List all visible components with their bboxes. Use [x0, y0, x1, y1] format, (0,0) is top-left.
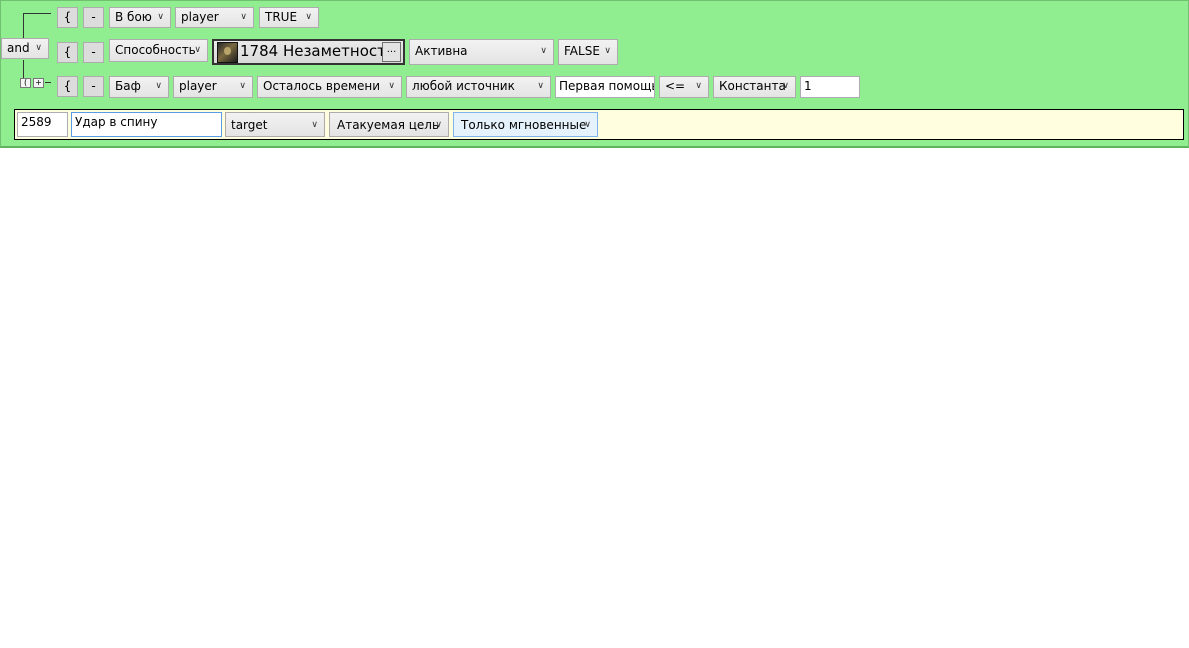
- target-mode-dropdown[interactable]: Атакуемая цель ∨: [329, 112, 449, 137]
- chevron-down-icon: ∨: [584, 120, 591, 130]
- open-group-button[interactable]: {: [57, 7, 78, 28]
- chevron-down-icon: ∨: [435, 120, 442, 130]
- remove-condition-button[interactable]: -: [83, 42, 104, 63]
- ability-picker[interactable]: 1784 Незаметность ...: [212, 39, 405, 65]
- chevron-down-icon: ∨: [194, 45, 201, 55]
- condition-panel: and ∨ ( + { - В бою ∨ player ∨ TRUE ∨ {: [0, 0, 1189, 148]
- compare-type-dropdown[interactable]: Константа ∨: [713, 76, 796, 98]
- condition-type-dropdown[interactable]: Способность ∨: [109, 39, 208, 62]
- open-group-button[interactable]: {: [57, 76, 78, 97]
- unit-dropdown[interactable]: player ∨: [173, 76, 253, 98]
- buff-property-dropdown[interactable]: Осталось времени ∨: [257, 76, 402, 98]
- chevron-down-icon: ∨: [239, 81, 246, 91]
- spell-id-input[interactable]: 2589: [17, 112, 68, 137]
- comparator-dropdown[interactable]: <= ∨: [659, 76, 709, 98]
- remove-condition-button[interactable]: -: [83, 76, 104, 97]
- spell-name-input[interactable]: Удар в спину: [71, 112, 222, 137]
- condition-type-dropdown[interactable]: В бою ∨: [109, 7, 171, 28]
- chevron-down-icon: ∨: [604, 46, 611, 56]
- open-group-button[interactable]: {: [57, 42, 78, 63]
- condition-type-dropdown[interactable]: Баф ∨: [109, 76, 169, 98]
- logic-operator-value: and: [7, 41, 30, 55]
- chevron-down-icon: ∨: [537, 81, 544, 91]
- chevron-down-icon: ∨: [240, 12, 247, 22]
- chevron-down-icon: ∨: [155, 81, 162, 91]
- group-add-button[interactable]: +: [33, 78, 44, 88]
- chevron-down-icon: ∨: [782, 81, 789, 91]
- chevron-down-icon: ∨: [305, 12, 312, 22]
- chevron-down-icon: ∨: [540, 46, 547, 56]
- chevron-down-icon: ∨: [35, 43, 42, 53]
- tree-line-bottom: [45, 82, 51, 83]
- value-dropdown[interactable]: FALSE ∨: [558, 39, 618, 65]
- action-row: 2589 Удар в спину target ∨ Атакуемая цел…: [14, 109, 1184, 140]
- group-open-button[interactable]: (: [20, 78, 31, 88]
- chevron-down-icon: ∨: [311, 120, 318, 130]
- chevron-down-icon: ∨: [695, 81, 702, 91]
- stealth-spell-icon: [217, 42, 238, 63]
- tree-line-upper: [23, 13, 24, 38]
- chevron-down-icon: ∨: [157, 12, 164, 22]
- tree-line-top: [23, 13, 51, 14]
- buff-name-input[interactable]: Первая помощь: [555, 76, 655, 98]
- target-dropdown[interactable]: target ∨: [225, 112, 325, 137]
- value-dropdown[interactable]: TRUE ∨: [259, 7, 319, 28]
- remove-condition-button[interactable]: -: [83, 7, 104, 28]
- chevron-down-icon: ∨: [388, 81, 395, 91]
- compare-value-input[interactable]: 1: [800, 76, 860, 98]
- buff-source-dropdown[interactable]: любой источник ∨: [406, 76, 551, 98]
- ability-label: 1784 Незаметность: [240, 42, 395, 60]
- browse-ability-button[interactable]: ...: [382, 42, 401, 62]
- logic-operator-dropdown[interactable]: and ∨: [1, 38, 49, 59]
- tree-line-lower: [23, 60, 24, 79]
- ability-state-dropdown[interactable]: Активна ∨: [409, 39, 554, 65]
- cast-filter-dropdown[interactable]: Только мгновенные ∨: [453, 112, 598, 137]
- unit-dropdown[interactable]: player ∨: [175, 7, 254, 28]
